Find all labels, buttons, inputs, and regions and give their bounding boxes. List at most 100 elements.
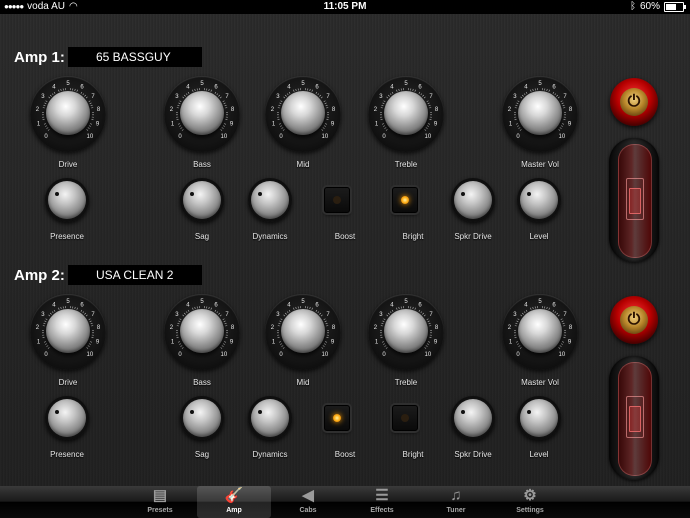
knob-bass[interactable]: 0 1 2 3 4 5 6 7 8 9 10 [164, 76, 240, 152]
scale-tick-label: 4 [287, 84, 291, 90]
scale-tick-label: 5 [66, 81, 70, 87]
control-label: Presence [50, 232, 84, 241]
scale-tick [221, 127, 224, 129]
scale-tick [323, 318, 326, 321]
scale-tick [515, 341, 519, 343]
scale-tick-label: 8 [332, 107, 336, 113]
tube-grid [629, 188, 641, 214]
scale-tick [391, 309, 394, 312]
scale-tick [548, 89, 550, 92]
knob-drive[interactable]: 0 1 2 3 4 5 6 7 8 9 10 [30, 76, 106, 152]
scale-tick [176, 325, 179, 327]
scale-tick [563, 325, 566, 327]
knob-presence[interactable] [45, 396, 89, 440]
scale-tick [563, 336, 566, 338]
amp-power-button[interactable]: ⏻ [610, 78, 658, 126]
scale-tick [323, 343, 326, 345]
scale-tick [561, 123, 565, 125]
scale-tick [561, 320, 564, 323]
scale-tick [383, 343, 386, 345]
scale-tick [90, 322, 93, 325]
scale-tick [47, 129, 50, 131]
scale-tick [387, 94, 390, 97]
scale-tick [326, 107, 329, 109]
scale-tick [277, 325, 280, 327]
scale-tick [293, 307, 295, 310]
tab-label: Presets [147, 507, 173, 514]
knob-level[interactable] [517, 396, 561, 440]
knob-spkr-drive[interactable] [451, 396, 495, 440]
scale-tick-label: 2 [271, 107, 275, 113]
scale-tick [288, 309, 291, 312]
scale-tick-label: 3 [175, 94, 179, 100]
scale-tick [46, 127, 49, 129]
knob-dynamics[interactable] [248, 178, 292, 222]
knob-dynamics[interactable] [248, 396, 292, 440]
scale-tick-label: 2 [36, 107, 40, 113]
scale-tick [558, 129, 561, 131]
scale-tick-label: 4 [524, 302, 528, 308]
scale-tick [389, 93, 392, 96]
knob-cap [180, 309, 224, 353]
knob-spkr-drive[interactable] [451, 178, 495, 222]
scale-tick [554, 93, 557, 96]
preset-selector[interactable]: USA CLEAN 2 [68, 265, 202, 285]
scale-tick [280, 100, 283, 103]
knob-treble[interactable]: 0 1 2 3 4 5 6 7 8 9 10 [368, 294, 444, 370]
knob-indicator [258, 192, 262, 196]
knob-drive[interactable]: 0 1 2 3 4 5 6 7 8 9 10 [30, 294, 106, 370]
scale-tick [284, 94, 287, 97]
scale-tick [380, 325, 383, 327]
scale-tick [380, 336, 383, 338]
knob-bass[interactable]: 0 1 2 3 4 5 6 7 8 9 10 [164, 294, 240, 370]
scale-tick [552, 309, 555, 312]
knob-master-vol[interactable]: 0 1 2 3 4 5 6 7 8 9 10 [502, 294, 578, 370]
scale-tick-label: 5 [538, 81, 542, 87]
scale-tick-label: 0 [178, 352, 182, 358]
scale-tick-label: 2 [374, 325, 378, 331]
knob-level[interactable] [517, 178, 561, 222]
scale-tick [521, 312, 524, 315]
scale-tick [523, 93, 526, 96]
knob-cap [251, 181, 289, 219]
knob-sag[interactable] [180, 396, 224, 440]
bright-button[interactable] [392, 187, 418, 213]
scale-tick [427, 123, 431, 125]
tab-cabs[interactable]: ◀ Cabs [271, 486, 345, 518]
preset-selector[interactable]: 65 BASSGUY [68, 47, 202, 67]
tab-amp[interactable]: 🎸 Amp [197, 486, 271, 518]
scale-tick-label: 0 [382, 134, 386, 140]
knob-presence[interactable] [45, 178, 89, 222]
scale-tick-label: 6 [80, 84, 84, 90]
knob-mid[interactable]: 0 1 2 3 4 5 6 7 8 9 10 [265, 294, 341, 370]
tab-effects[interactable]: ☰ Effects [345, 486, 419, 518]
knob-master-vol[interactable]: 0 1 2 3 4 5 6 7 8 9 10 [502, 76, 578, 152]
scale-tick [181, 129, 184, 131]
scale-tick [322, 127, 325, 129]
scale-tick [219, 314, 222, 317]
tab-settings[interactable]: ⚙ Settings [493, 486, 567, 518]
knob-cap [281, 91, 325, 135]
scale-tick [280, 125, 283, 127]
boost-button[interactable] [324, 405, 350, 431]
bright-button[interactable] [392, 405, 418, 431]
amp-power-button[interactable]: ⏻ [610, 296, 658, 344]
scale-tick [517, 100, 520, 103]
scale-tick [176, 118, 179, 120]
gear-icon: ⚙ [523, 487, 537, 504]
tab-tuner[interactable]: ♫ Tuner [419, 486, 493, 518]
scale-tick [74, 88, 76, 92]
knob-treble[interactable]: 0 1 2 3 4 5 6 7 8 9 10 [368, 76, 444, 152]
power-icon: ⏻ [620, 88, 648, 116]
knob-sag[interactable] [180, 178, 224, 222]
knob-cap [520, 399, 558, 437]
scale-tick [178, 320, 181, 323]
boost-button[interactable] [324, 187, 350, 213]
scale-tick-label: 1 [37, 340, 41, 346]
knob-mid[interactable]: 0 1 2 3 4 5 6 7 8 9 10 [265, 76, 341, 152]
scale-tick-label: 2 [374, 107, 378, 113]
tab-presets[interactable]: ▤ Presets [123, 486, 197, 518]
scale-tick [418, 309, 421, 312]
scale-tick [177, 341, 181, 343]
scale-tick [315, 91, 318, 94]
